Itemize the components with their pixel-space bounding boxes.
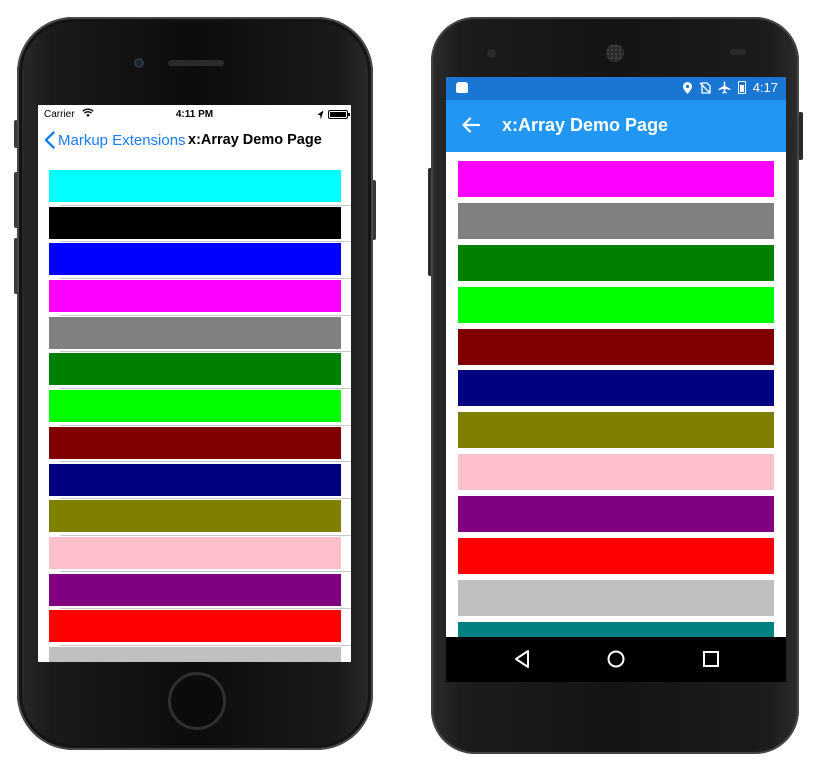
color-swatch xyxy=(49,206,341,239)
color-list[interactable] xyxy=(49,170,351,662)
page-title: x:Array Demo Page xyxy=(502,115,669,135)
color-swatch xyxy=(49,646,341,662)
color-swatch xyxy=(458,538,774,575)
no-sim-icon xyxy=(699,81,711,94)
color-swatch xyxy=(49,243,341,276)
arrow-back-icon[interactable] xyxy=(461,115,481,135)
list-item[interactable] xyxy=(49,536,351,574)
color-swatch xyxy=(458,161,774,197)
list-item[interactable] xyxy=(49,646,351,662)
row-separator xyxy=(60,241,351,243)
list-item[interactable] xyxy=(458,244,774,287)
row-separator xyxy=(60,644,351,646)
list-item[interactable] xyxy=(49,426,351,464)
android-camera xyxy=(487,49,496,58)
row-separator xyxy=(60,608,351,610)
chevron-left-icon xyxy=(44,131,55,149)
color-swatch xyxy=(49,353,341,386)
android-status-time: 4:17 xyxy=(752,80,778,95)
list-item[interactable] xyxy=(458,454,774,496)
list-item[interactable] xyxy=(458,328,774,371)
row-separator xyxy=(60,387,351,389)
iphone-speaker xyxy=(168,60,224,66)
list-item[interactable] xyxy=(458,370,774,412)
color-swatch xyxy=(458,579,774,616)
color-swatch xyxy=(458,244,774,281)
android-navigation-bar xyxy=(446,637,786,682)
list-item[interactable] xyxy=(49,610,351,647)
color-swatch xyxy=(458,370,774,407)
list-item[interactable] xyxy=(49,390,351,427)
back-icon[interactable] xyxy=(513,649,531,669)
android-status-bar: 4:17 xyxy=(446,77,786,100)
iphone-screen: Carrier 4:11 PM Markup Extensions x:Arra… xyxy=(38,105,351,662)
color-swatch xyxy=(49,170,341,202)
color-swatch xyxy=(49,463,341,496)
iphone-home-button[interactable] xyxy=(168,672,226,730)
ios-navigation-bar: Markup Extensions x:Array Demo Page xyxy=(38,125,351,157)
list-item[interactable] xyxy=(458,412,774,454)
back-button[interactable]: Markup Extensions xyxy=(44,131,186,149)
location-pin-icon xyxy=(682,81,692,94)
color-swatch xyxy=(49,500,341,533)
color-swatch xyxy=(49,316,341,349)
android-robot-icon xyxy=(456,82,468,93)
list-item[interactable] xyxy=(458,538,774,580)
list-item[interactable] xyxy=(49,170,351,207)
battery-icon xyxy=(737,81,746,94)
color-swatch xyxy=(49,573,341,606)
row-separator xyxy=(60,571,351,573)
back-button-label: Markup Extensions xyxy=(58,131,186,149)
color-list[interactable] xyxy=(458,161,774,664)
list-item[interactable] xyxy=(458,286,774,329)
list-item[interactable] xyxy=(458,496,774,538)
ios-status-bar: Carrier 4:11 PM xyxy=(38,105,351,125)
ios-status-time: 4:11 PM xyxy=(175,109,214,120)
list-item[interactable] xyxy=(458,202,774,245)
list-item[interactable] xyxy=(49,243,351,280)
color-swatch xyxy=(458,202,774,239)
color-swatch xyxy=(458,454,774,491)
color-swatch xyxy=(49,426,341,459)
list-item[interactable] xyxy=(49,500,351,537)
row-separator xyxy=(60,498,351,499)
list-item[interactable] xyxy=(49,573,351,611)
color-swatch xyxy=(49,390,341,423)
android-sensor xyxy=(730,49,746,55)
list-item[interactable] xyxy=(458,161,774,203)
row-separator xyxy=(60,424,351,426)
color-swatch xyxy=(458,328,774,365)
battery-icon xyxy=(328,110,350,119)
recents-icon[interactable] xyxy=(702,650,720,668)
list-item[interactable] xyxy=(49,316,351,354)
page-title: x:Array Demo Page xyxy=(188,132,322,148)
color-swatch xyxy=(458,286,774,323)
row-separator xyxy=(60,277,351,279)
airplane-mode-icon xyxy=(718,81,731,94)
row-separator xyxy=(60,204,351,206)
list-item[interactable] xyxy=(458,579,774,622)
color-swatch xyxy=(49,610,341,643)
list-item[interactable] xyxy=(49,206,351,244)
iphone-camera xyxy=(134,58,144,68)
color-swatch xyxy=(49,280,341,313)
color-swatch xyxy=(49,536,341,569)
color-swatch xyxy=(458,412,774,449)
android-speaker xyxy=(606,44,624,62)
list-item[interactable] xyxy=(49,353,351,390)
location-arrow-icon xyxy=(317,110,324,120)
color-swatch xyxy=(458,496,774,533)
row-separator xyxy=(60,351,351,353)
row-separator xyxy=(60,534,351,536)
home-icon[interactable] xyxy=(606,649,626,669)
row-separator xyxy=(60,461,351,463)
list-item[interactable] xyxy=(49,280,351,317)
android-app-bar: x:Array Demo Page xyxy=(446,100,786,152)
android-screen: 4:17 x:Array Demo Page xyxy=(446,77,786,682)
list-item[interactable] xyxy=(49,463,351,501)
row-separator xyxy=(60,314,351,316)
